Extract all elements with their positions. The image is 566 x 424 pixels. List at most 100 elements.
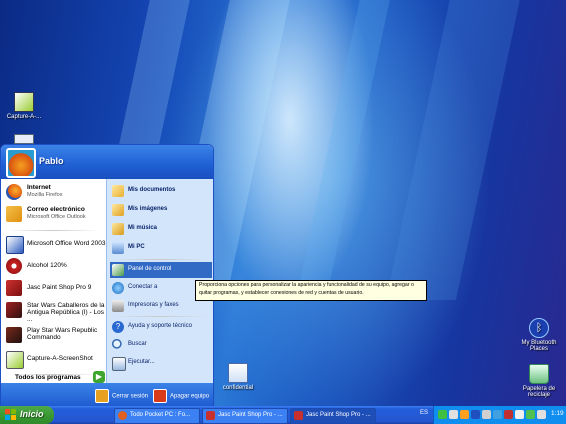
logoff-icon [95, 389, 109, 403]
tray-volume-icon[interactable] [537, 410, 546, 419]
tray-app-icon[interactable] [493, 410, 502, 419]
task-label: Jasc Paint Shop Pro - ... [306, 412, 371, 418]
paint-shop-icon [6, 280, 22, 296]
taskbar-button-browser[interactable]: Todo Pocket PC : Fo... [114, 408, 200, 424]
my-pictures-icon [112, 204, 124, 216]
control-panel-tooltip: Proporciona opciones para personalizar l… [195, 280, 427, 301]
place-label: Buscar [128, 341, 147, 347]
document-icon [228, 363, 248, 383]
tray-app-icon[interactable] [482, 410, 491, 419]
place-label: Mis documentos [128, 187, 176, 193]
place-my-documents[interactable]: Mis documentos [110, 183, 212, 199]
recent-item-commando[interactable]: Play Star Wars Republic Commando [5, 325, 105, 349]
start-label: Inicio [20, 409, 44, 419]
place-help[interactable]: ? Ayuda y soporte técnico [110, 319, 212, 335]
run-icon [112, 357, 126, 371]
recent-item-paintshop[interactable]: Jasc Paint Shop Pro 9 [5, 278, 105, 300]
system-tray: 1:19 [433, 406, 566, 424]
connect-to-icon [112, 282, 124, 294]
my-documents-icon [112, 185, 124, 197]
recent-item-word[interactable]: Microsoft Office Word 2003 [5, 234, 106, 256]
item-title: Microsoft Office Word 2003 [27, 240, 106, 247]
pinned-item-email[interactable]: Correo electrónico Microsoft Office Outl… [5, 204, 105, 226]
alcohol-icon [6, 258, 22, 274]
user-avatar[interactable] [6, 148, 36, 178]
place-my-music[interactable]: Mi música [110, 221, 212, 237]
logoff-button[interactable]: Cerrar sesión [95, 389, 148, 403]
desktop-icon-bluetooth[interactable]: ᛒ My Bluetooth Places [515, 318, 563, 352]
separator [111, 316, 209, 317]
all-programs-arrow-icon[interactable]: ▶ [93, 371, 105, 383]
screenshot-app-icon [14, 92, 34, 112]
taskbar-button-paintshop-2[interactable]: Jasc Paint Shop Pro - ... [290, 408, 376, 424]
word-icon [6, 236, 24, 254]
place-label: Ayuda y soporte técnico [128, 323, 192, 329]
shutdown-button[interactable]: Apagar equipo [153, 389, 209, 403]
place-run[interactable]: Ejecutar... [110, 355, 212, 371]
task-label: Todo Pocket PC : Fo... [130, 412, 191, 418]
language-badge[interactable]: ES [420, 410, 428, 416]
item-title: Capture-A-ScreenShot [27, 355, 93, 362]
item-subtitle: Mozilla Firefox [27, 192, 63, 198]
taskbar: Inicio Todo Pocket PC : Fo... Jasc Paint… [0, 406, 566, 424]
place-label: Conectar a [128, 284, 158, 290]
my-computer-icon [112, 242, 124, 254]
start-menu-programs: Internet Mozilla Firefox Correo electrón… [1, 179, 106, 383]
starwars-kotor-icon [6, 302, 22, 318]
clock[interactable]: 1:19 [551, 410, 564, 417]
control-panel-icon [112, 264, 124, 276]
place-label: Mi música [128, 225, 158, 231]
pinned-item-internet[interactable]: Internet Mozilla Firefox [5, 182, 105, 204]
tray-antivirus-icon[interactable] [504, 410, 513, 419]
item-title: Alcohol 120% [27, 262, 67, 269]
desktop-icon-capture[interactable]: Capture-A-... [0, 92, 48, 120]
recent-item-kotor[interactable]: Star Wars Caballeros de la Antigua Repúb… [5, 300, 105, 324]
paint-shop-icon [294, 411, 303, 420]
shutdown-label: Apagar equipo [170, 393, 210, 400]
tray-bluetooth-icon[interactable] [471, 410, 480, 419]
all-programs-label[interactable]: Todos los programas [15, 374, 81, 381]
printers-icon [112, 300, 124, 312]
outlook-icon [6, 206, 22, 222]
item-title: Play Star Wars Republic Commando [27, 327, 98, 341]
task-label: Jasc Paint Shop Pro - ... [218, 412, 283, 418]
place-my-pictures[interactable]: Mis imágenes [110, 202, 212, 218]
item-title: Star Wars Caballeros de la Antigua Repúb… [27, 302, 105, 323]
desktop-icon-confidential[interactable]: confidential [214, 363, 262, 391]
taskbar-button-paintshop-1[interactable]: Jasc Paint Shop Pro - ... [202, 408, 288, 424]
paint-shop-icon [206, 411, 215, 420]
starwars-commando-icon [6, 327, 22, 343]
place-control-panel[interactable]: Panel de control [110, 262, 212, 278]
tray-app-icon[interactable] [460, 410, 469, 419]
my-music-icon [112, 223, 124, 235]
place-label: Impresoras y faxes [128, 302, 179, 308]
firefox-icon [6, 184, 22, 200]
separator [7, 230, 99, 231]
desktop-icon-recycle-bin[interactable]: Papelera de reciclaje [515, 364, 563, 398]
place-my-computer[interactable]: Mi PC [110, 240, 212, 256]
item-title: Internet [27, 184, 51, 191]
user-name: Pablo [39, 156, 64, 166]
help-icon: ? [112, 321, 124, 333]
separator [111, 259, 209, 260]
desktop-icon-label: Capture-A-... [6, 114, 42, 120]
screenshot-app-icon [6, 351, 24, 369]
tray-network-icon[interactable] [438, 410, 447, 419]
bluetooth-icon: ᛒ [529, 318, 549, 338]
item-title: Jasc Paint Shop Pro 9 [27, 284, 92, 291]
start-menu-footer: Cerrar sesión Apagar equipo [1, 383, 213, 407]
browser-icon [118, 411, 127, 420]
tray-app-icon[interactable] [449, 410, 458, 419]
recent-item-alcohol[interactable]: Alcohol 120% [5, 256, 105, 278]
start-button[interactable]: Inicio [0, 406, 54, 424]
tray-app-icon[interactable] [526, 410, 535, 419]
item-title: Correo electrónico [27, 206, 85, 213]
place-search[interactable]: Buscar [110, 337, 212, 353]
start-menu-header: Pablo [1, 145, 213, 179]
document-icon [14, 134, 34, 144]
tray-app-icon[interactable] [515, 410, 524, 419]
recycle-bin-icon [529, 364, 549, 384]
recent-item-capture[interactable]: Capture-A-ScreenShot [5, 349, 105, 371]
power-icon [153, 389, 167, 403]
place-label: Ejecutar... [128, 359, 155, 365]
